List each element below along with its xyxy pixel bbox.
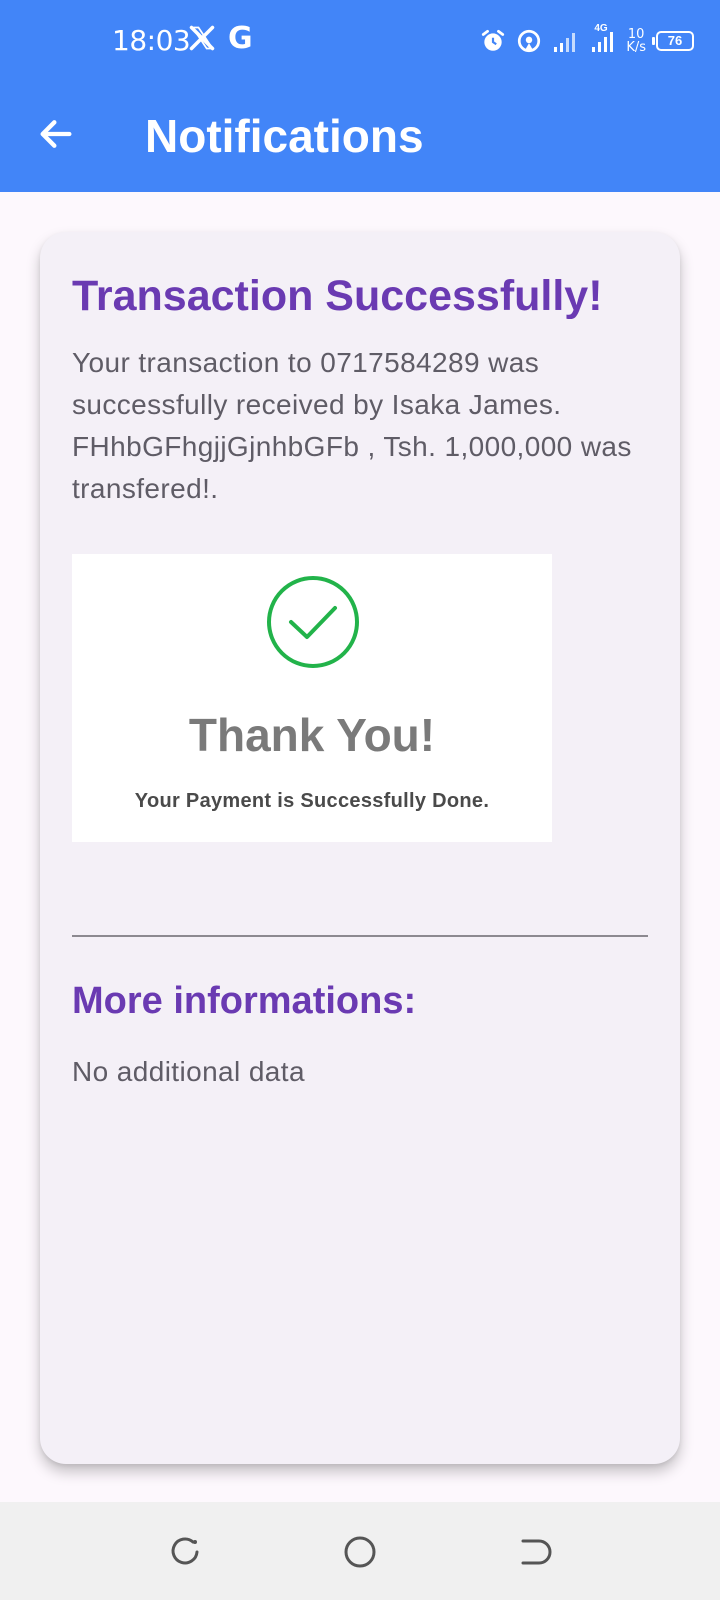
signal-4g-icon: 4G — [590, 23, 616, 53]
divider — [72, 935, 648, 937]
thank-you-subtitle: Your Payment is Successfully Done. — [134, 790, 490, 812]
home-circle-icon[interactable] — [340, 1532, 380, 1572]
system-nav-bar — [0, 1502, 720, 1600]
net-speed: 10 K/s — [626, 28, 646, 54]
check-circle-icon — [265, 574, 361, 670]
network-type-label: 4G — [594, 23, 608, 34]
notification-message: Your transaction to 0717584289 was succe… — [72, 347, 632, 504]
signal-icon — [552, 29, 580, 53]
hotspot-icon — [516, 28, 542, 54]
battery-indicator: 76 — [652, 31, 694, 51]
arrow-left-icon[interactable] — [36, 114, 76, 154]
x-logo-icon — [188, 24, 218, 54]
back-icon[interactable] — [515, 1532, 555, 1572]
thank-you-title: Thank You! — [188, 709, 436, 761]
page-title: Notifications — [145, 110, 424, 162]
status-time: 18:03 — [112, 24, 191, 57]
net-speed-unit: K/s — [626, 40, 646, 55]
more-info-body: No additional data — [72, 1056, 305, 1087]
status-bar: 18:03 G 4G 10 K/s 76 — [0, 0, 720, 82]
alarm-icon — [480, 28, 506, 54]
notification-card: Transaction Successfully! Your transacti… — [40, 232, 680, 1464]
app-bar: Notifications — [0, 82, 720, 192]
thank-you-image: Thank You! Your Payment is Successfully … — [72, 554, 552, 842]
more-info-title: More informations: — [72, 980, 417, 1022]
google-g-icon: G — [228, 21, 253, 56]
notification-title: Transaction Successfully! — [72, 272, 603, 320]
status-right-icons: 4G 10 K/s 76 — [480, 23, 694, 58]
recent-apps-icon[interactable] — [165, 1532, 205, 1572]
